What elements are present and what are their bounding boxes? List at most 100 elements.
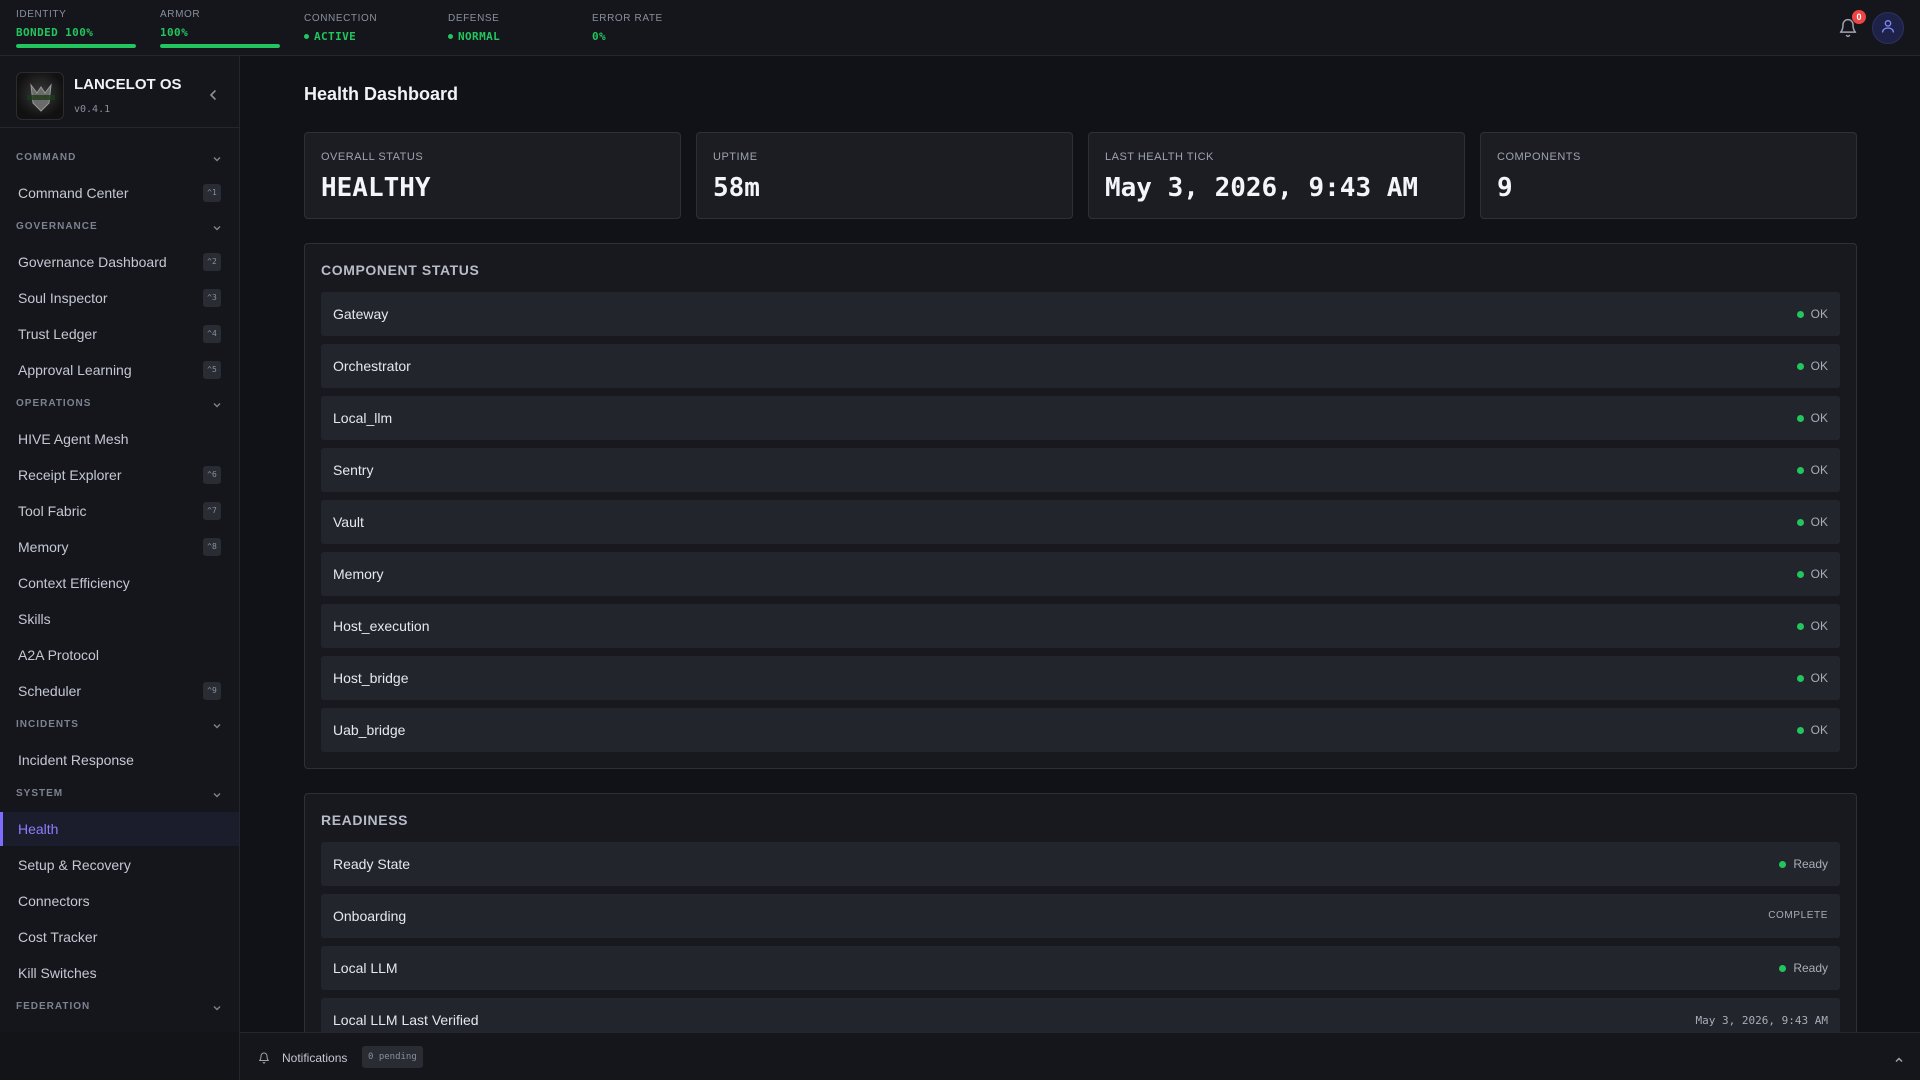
component-row: Orchestrator OK	[321, 344, 1840, 388]
sidebar-item-health[interactable]: Health	[0, 812, 239, 846]
panel-title: READINESS	[321, 812, 409, 828]
sidebar-item-label: Command Center	[18, 185, 129, 201]
overall-status-card: OVERALL STATUS HEALTHY	[304, 132, 681, 219]
identity-progress-bar	[16, 44, 136, 48]
armor-value: 100%	[160, 26, 189, 39]
chevron-down-icon	[212, 154, 222, 164]
section-operations-label: OPERATIONS	[16, 398, 92, 409]
sidebar-item-memory[interactable]: Memory ^8	[0, 530, 239, 564]
sidebar-item-label: Memory	[18, 539, 69, 555]
card-label: LAST HEALTH TICK	[1105, 151, 1214, 163]
status-text: OK	[1810, 619, 1828, 633]
overall-status-value: HEALTHY	[321, 173, 431, 203]
sidebar-item-kill-switches[interactable]: Kill Switches	[0, 956, 239, 990]
readiness-row: Local LLM Ready	[321, 946, 1840, 990]
status-text: OK	[1810, 723, 1828, 737]
sidebar-item-label: A2A Protocol	[18, 647, 99, 663]
section-operations[interactable]: OPERATIONS	[16, 398, 224, 414]
sidebar-item-soul-inspector[interactable]: Soul Inspector ^3	[0, 281, 239, 315]
sidebar-item-skills[interactable]: Skills	[0, 602, 239, 636]
component-row: Sentry OK	[321, 448, 1840, 492]
chevron-down-icon	[212, 223, 222, 233]
sidebar-item-trust-ledger[interactable]: Trust Ledger ^4	[0, 317, 239, 351]
armor-label: ARMOR	[160, 9, 201, 20]
sidebar-item-connectors[interactable]: Connectors	[0, 884, 239, 918]
sidebar-item-scheduler[interactable]: Scheduler ^9	[0, 674, 239, 708]
status-text: Ready	[1793, 961, 1828, 975]
connection-label: CONNECTION	[304, 13, 378, 24]
sidebar-item-label: Health	[18, 821, 59, 837]
sidebar-item-label: HIVE Agent Mesh	[18, 431, 129, 447]
component-name: Uab_bridge	[333, 722, 406, 738]
sidebar-item-hive-agent-mesh[interactable]: HIVE Agent Mesh	[0, 422, 239, 456]
status-dot-icon	[448, 34, 453, 39]
bell-icon	[258, 1051, 270, 1064]
status-dot-icon	[1779, 965, 1787, 972]
status-badge: OK	[1796, 619, 1828, 633]
sidebar-item-label: Receipt Explorer	[18, 467, 122, 483]
section-incidents[interactable]: INCIDENTS	[16, 719, 224, 735]
status-dot-icon	[1796, 571, 1804, 578]
notifications-bar[interactable]: Notifications 0 pending	[240, 1032, 1920, 1080]
error-rate-value: 0%	[592, 30, 607, 43]
component-row: Memory OK	[321, 552, 1840, 596]
notification-count-badge: 0	[1852, 10, 1866, 24]
sidebar-item-governance-dashboard[interactable]: Governance Dashboard ^2	[0, 245, 239, 279]
status-badge: OK	[1796, 463, 1828, 477]
shortcut-badge: ^7	[203, 502, 221, 520]
sidebar-item-tool-fabric[interactable]: Tool Fabric ^7	[0, 494, 239, 528]
error-rate-label: ERROR RATE	[592, 13, 663, 24]
component-name: Host_execution	[333, 618, 430, 634]
panel-title: COMPONENT STATUS	[321, 262, 480, 278]
sidebar-item-label: Scheduler	[18, 683, 82, 699]
component-row: Vault OK	[321, 500, 1840, 544]
status-badge: OK	[1796, 359, 1828, 373]
defense-value-text: NORMAL	[458, 30, 501, 43]
status-text: OK	[1810, 307, 1828, 321]
last-health-tick-value: May 3, 2026, 9:43 AM	[1105, 173, 1419, 203]
sidebar-item-command-center[interactable]: Command Center ^1	[0, 176, 239, 210]
status-dot-icon	[1796, 623, 1804, 630]
section-governance[interactable]: GOVERNANCE	[16, 221, 224, 237]
shortcut-badge: ^6	[203, 466, 221, 484]
status-dot-icon	[1796, 467, 1804, 474]
sidebar-item-receipt-explorer[interactable]: Receipt Explorer ^6	[0, 458, 239, 492]
status-dot-icon	[1796, 519, 1804, 526]
sidebar-item-context-efficiency[interactable]: Context Efficiency	[0, 566, 239, 600]
status-badge: Ready	[1779, 961, 1828, 975]
status-text: OK	[1810, 411, 1828, 425]
defense-stat: DEFENSE NORMAL	[448, 13, 500, 43]
brand-version: v0.4.1	[74, 104, 111, 115]
section-federation[interactable]: FEDERATION	[16, 1001, 224, 1017]
status-dot-icon	[1796, 415, 1804, 422]
status-text: OK	[1810, 567, 1828, 581]
sidebar-item-approval-learning[interactable]: Approval Learning ^5	[0, 353, 239, 387]
sidebar-item-cost-tracker[interactable]: Cost Tracker	[0, 920, 239, 954]
status-text: OK	[1810, 359, 1828, 373]
chevron-up-icon[interactable]	[1894, 1052, 1904, 1063]
status-text: May 3, 2026, 9:43 AM	[1695, 1014, 1828, 1027]
readiness-name: Local LLM Last Verified	[333, 1012, 479, 1028]
component-name: Sentry	[333, 462, 374, 478]
collapse-sidebar-icon[interactable]	[207, 88, 219, 100]
section-command[interactable]: COMMAND	[16, 152, 224, 168]
sidebar-item-incident-response[interactable]: Incident Response	[0, 743, 239, 777]
readiness-name: Ready State	[333, 856, 411, 872]
sidebar-item-label: Context Efficiency	[18, 575, 130, 591]
component-name: Local_llm	[333, 410, 393, 426]
status-dot-icon	[1779, 861, 1787, 868]
section-system[interactable]: SYSTEM	[16, 788, 224, 804]
sidebar-item-label: Approval Learning	[18, 362, 132, 378]
sidebar-item-a2a-protocol[interactable]: A2A Protocol	[0, 638, 239, 672]
status-badge: OK	[1796, 567, 1828, 581]
component-row: Host_bridge OK	[321, 656, 1840, 700]
status-badge: OK	[1796, 411, 1828, 425]
component-name: Orchestrator	[333, 358, 411, 374]
user-avatar-button[interactable]	[1872, 12, 1904, 44]
page-title: Health Dashboard	[304, 84, 459, 104]
readiness-row: Ready State Ready	[321, 842, 1840, 886]
shortcut-badge: ^9	[203, 682, 221, 700]
sidebar-item-setup-recovery[interactable]: Setup & Recovery	[0, 848, 239, 882]
component-name: Memory	[333, 566, 384, 582]
section-governance-label: GOVERNANCE	[16, 221, 98, 232]
